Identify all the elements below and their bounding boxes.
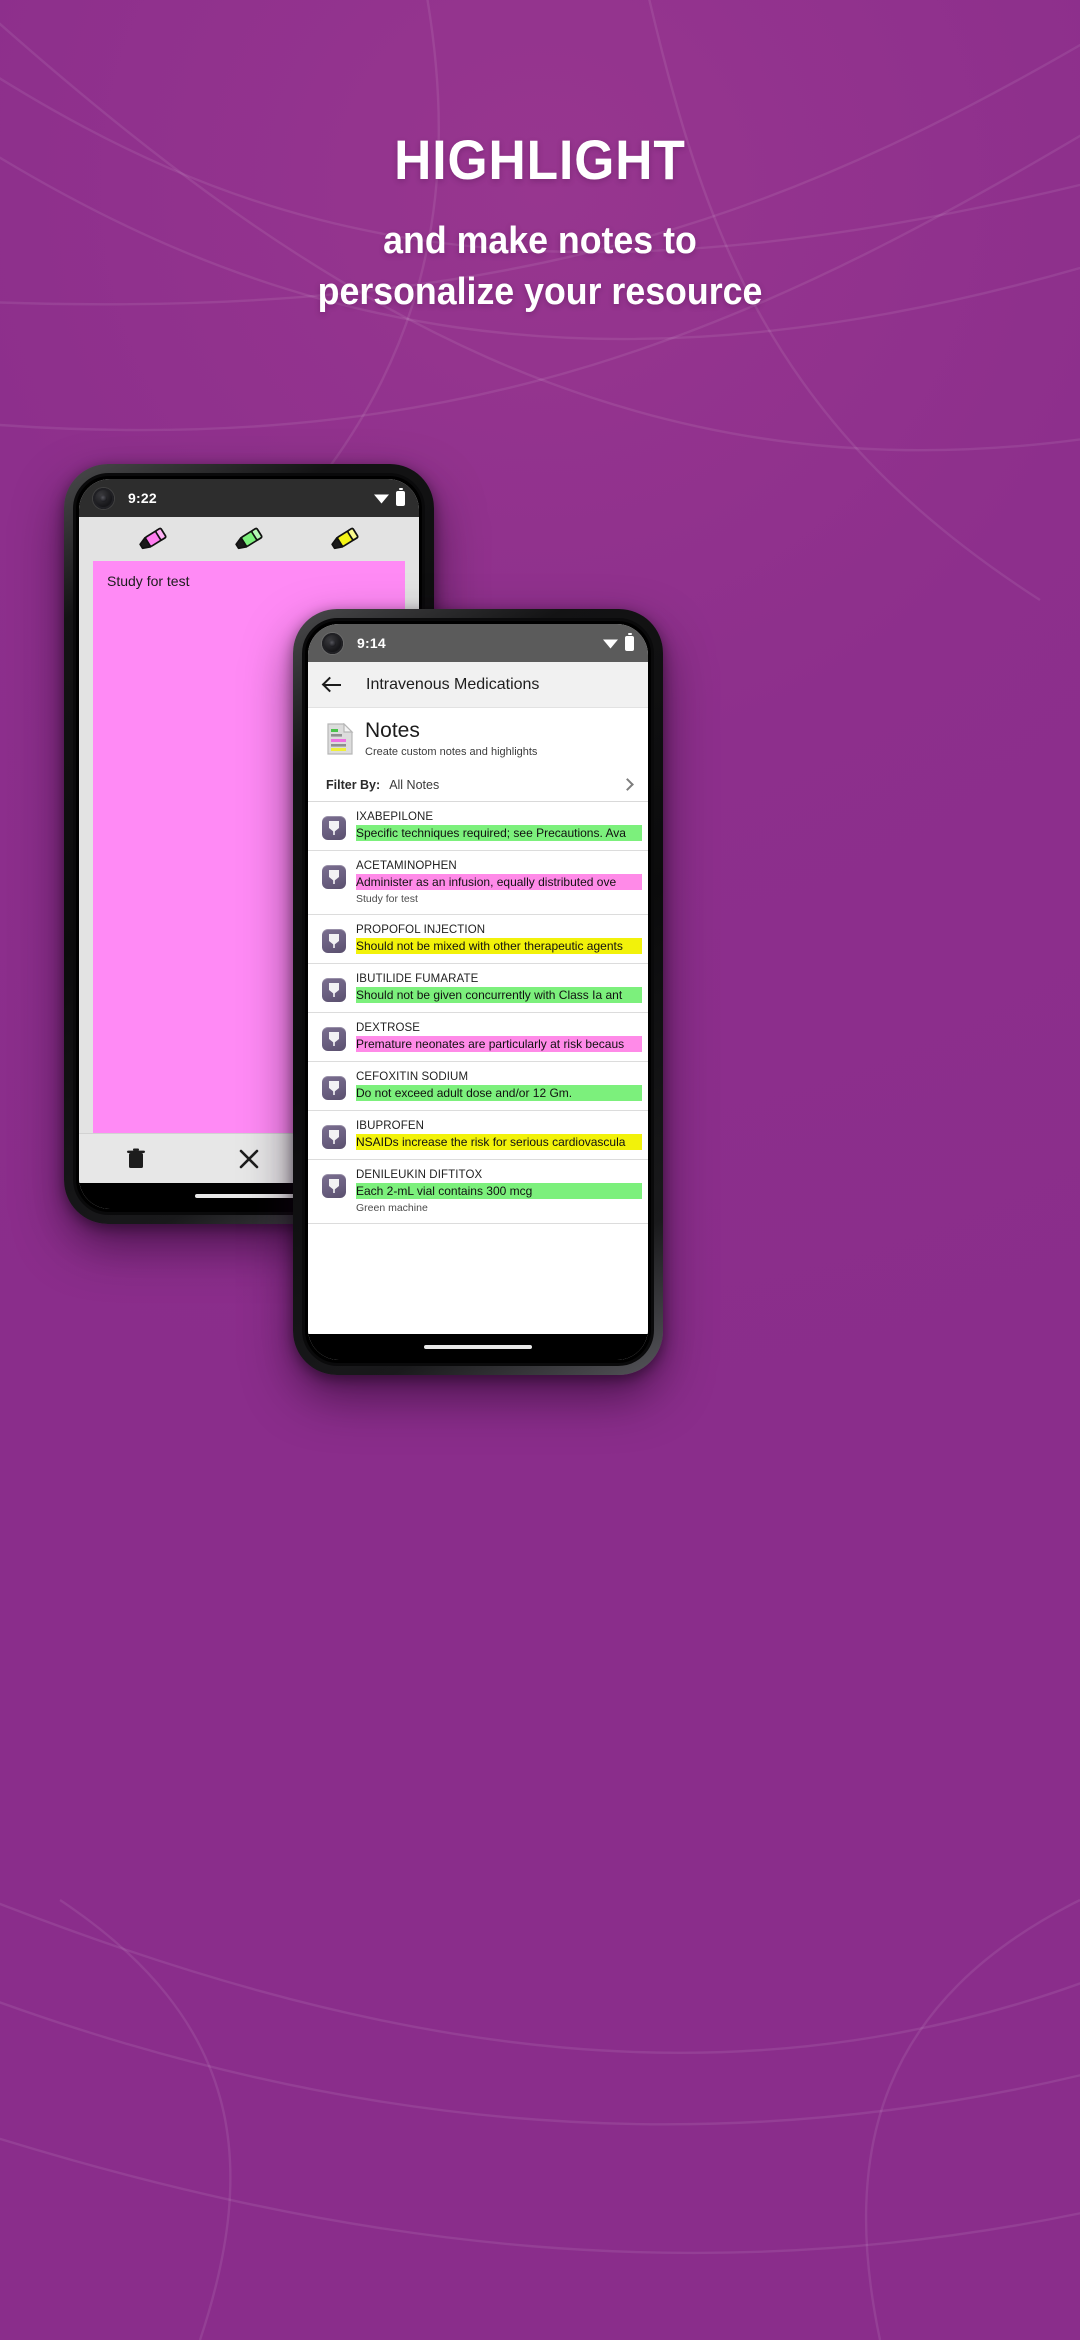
highlighter-toolbar: [79, 517, 419, 561]
note-row-body: CEFOXITIN SODIUM Do not exceed adult dose…: [356, 1071, 642, 1101]
table-row[interactable]: CEFOXITIN SODIUM Do not exceed adult dose…: [308, 1062, 648, 1111]
note-row-body: DEXTROSE Premature neonates are particula…: [356, 1022, 642, 1052]
notes-header: Notes Create custom notes and highlights: [308, 708, 648, 768]
drug-name: ACETAMINOPHEN: [356, 860, 457, 872]
table-row[interactable]: PROPOFOL INJECTION Should not be mixed wi…: [308, 915, 648, 964]
highlighted-text: Should not be given concurrently with Cl…: [356, 987, 642, 1003]
back-phone-status-bar: 9:22: [79, 479, 419, 517]
user-note-text: Green machine: [356, 1202, 428, 1214]
promo-subtitle-line-2: personalize your resource: [317, 271, 763, 314]
status-clock: 9:22: [128, 490, 157, 506]
page-title: Intravenous Medications: [366, 675, 540, 693]
note-row-body: PROPOFOL INJECTION Should not be mixed wi…: [356, 924, 642, 954]
green-highlighter-pen-icon[interactable]: [232, 526, 266, 552]
battery-icon: [396, 487, 405, 506]
front-phone-bezel: 9:14 Intravenous Medications Notes Creat…: [302, 618, 654, 1366]
notes-subtitle: Create custom notes and highlights: [365, 746, 538, 759]
chevron-right-icon[interactable]: [621, 778, 634, 791]
highlighted-text: Administer as an infusion, equally distr…: [356, 874, 642, 890]
iv-bag-glyph: [329, 821, 339, 835]
notes-list: IXABEPILONE Specific techniques required;…: [308, 802, 648, 1334]
camera-punch-hole-icon: [322, 632, 343, 654]
trash-icon: [126, 1148, 145, 1168]
close-icon: [239, 1149, 259, 1168]
table-row[interactable]: IXABEPILONE Specific techniques required;…: [308, 802, 648, 851]
iv-bag-icon: [322, 1125, 346, 1149]
drug-name: IBUPROFEN: [356, 1120, 424, 1132]
wifi-icon: [374, 494, 389, 504]
wifi-icon: [603, 639, 618, 649]
highlighted-text: Specific techniques required; see Precau…: [356, 825, 642, 841]
notes-title: Notes: [365, 718, 420, 742]
iv-bag-glyph: [329, 934, 339, 948]
drug-name: DEXTROSE: [356, 1022, 421, 1034]
drug-name: DENILEUKIN DIFTITOX: [356, 1169, 483, 1181]
iv-bag-glyph: [329, 870, 339, 884]
iv-bag-glyph: [329, 983, 339, 997]
table-row[interactable]: DEXTROSE Premature neonates are particula…: [308, 1013, 648, 1062]
drug-name: IBUTILIDE FUMARATE: [356, 973, 479, 985]
notes-header-text: Notes Create custom notes and highlights: [365, 718, 538, 759]
highlighted-text: Premature neonates are particularly at r…: [356, 1036, 642, 1052]
user-note-text: Study for test: [356, 893, 418, 905]
home-pill-indicator[interactable]: [195, 1194, 303, 1198]
table-row[interactable]: DENILEUKIN DIFTITOX Each 2-mL vial contai…: [308, 1160, 648, 1224]
front-phone-screen: 9:14 Intravenous Medications Notes Creat…: [308, 624, 648, 1360]
close-note-button[interactable]: [192, 1148, 305, 1170]
highlighted-text: NSAIDs increase the risk for serious car…: [356, 1134, 642, 1150]
highlighted-text: Each 2-mL vial contains 300 mcg: [356, 1183, 642, 1199]
iv-bag-icon: [322, 816, 346, 840]
note-row-body: ACETAMINOPHEN Administer as an infusion, …: [356, 860, 642, 905]
back-arrow-icon[interactable]: [322, 674, 344, 696]
iv-bag-glyph: [329, 1032, 339, 1046]
promo-headline: HIGHLIGHT: [394, 128, 686, 191]
iv-bag-icon: [322, 1174, 346, 1198]
iv-bag-icon: [322, 978, 346, 1002]
iv-bag-glyph: [329, 1130, 339, 1144]
status-clock: 9:14: [357, 635, 386, 651]
camera-punch-hole-icon: [93, 487, 114, 509]
note-row-body: IBUPROFEN NSAIDs increase the risk for se…: [356, 1120, 642, 1150]
note-row-body: IXABEPILONE Specific techniques required;…: [356, 811, 642, 841]
notes-document-icon: [327, 723, 354, 755]
table-row[interactable]: IBUPROFEN NSAIDs increase the risk for se…: [308, 1111, 648, 1160]
front-phone-nav-bar: [308, 1334, 648, 1360]
drug-name: CEFOXITIN SODIUM: [356, 1071, 469, 1083]
iv-bag-icon: [322, 865, 346, 889]
drug-name: IXABEPILONE: [356, 811, 434, 823]
iv-bag-glyph: [329, 1179, 339, 1193]
filter-row[interactable]: Filter By: All Notes: [308, 768, 648, 802]
note-text[interactable]: Study for test: [107, 573, 391, 589]
status-icons: [374, 487, 405, 506]
note-row-body: IBUTILIDE FUMARATE Should not be given co…: [356, 973, 642, 1003]
promo-text-block: HIGHLIGHT and make notes to personalize …: [0, 132, 1080, 319]
app-bar: Intravenous Medications: [308, 662, 648, 708]
delete-note-button[interactable]: [79, 1148, 192, 1170]
iv-bag-icon: [322, 1076, 346, 1100]
iv-bag-icon: [322, 1027, 346, 1051]
iv-bag-icon: [322, 929, 346, 953]
note-row-body: DENILEUKIN DIFTITOX Each 2-mL vial contai…: [356, 1169, 642, 1214]
front-phone-device: 9:14 Intravenous Medications Notes Creat…: [293, 609, 663, 1375]
yellow-highlighter-pen-icon[interactable]: [328, 526, 362, 552]
filter-value: All Notes: [389, 777, 440, 792]
drug-name: PROPOFOL INJECTION: [356, 924, 486, 936]
front-phone-status-bar: 9:14: [308, 624, 648, 662]
battery-icon: [625, 632, 634, 651]
status-icons: [603, 632, 634, 651]
filter-label: Filter By:: [326, 777, 381, 792]
highlighted-text: Do not exceed adult dose and/or 12 Gm.: [356, 1085, 642, 1101]
highlighted-text: Should not be mixed with other therapeut…: [356, 938, 642, 954]
promo-subtitle-line-1: and make notes to: [383, 220, 697, 262]
home-pill-indicator[interactable]: [424, 1345, 532, 1349]
pink-highlighter-pen-icon[interactable]: [136, 526, 170, 552]
iv-bag-glyph: [329, 1081, 339, 1095]
table-row[interactable]: IBUTILIDE FUMARATE Should not be given co…: [308, 964, 648, 1013]
table-row[interactable]: ACETAMINOPHEN Administer as an infusion, …: [308, 851, 648, 915]
